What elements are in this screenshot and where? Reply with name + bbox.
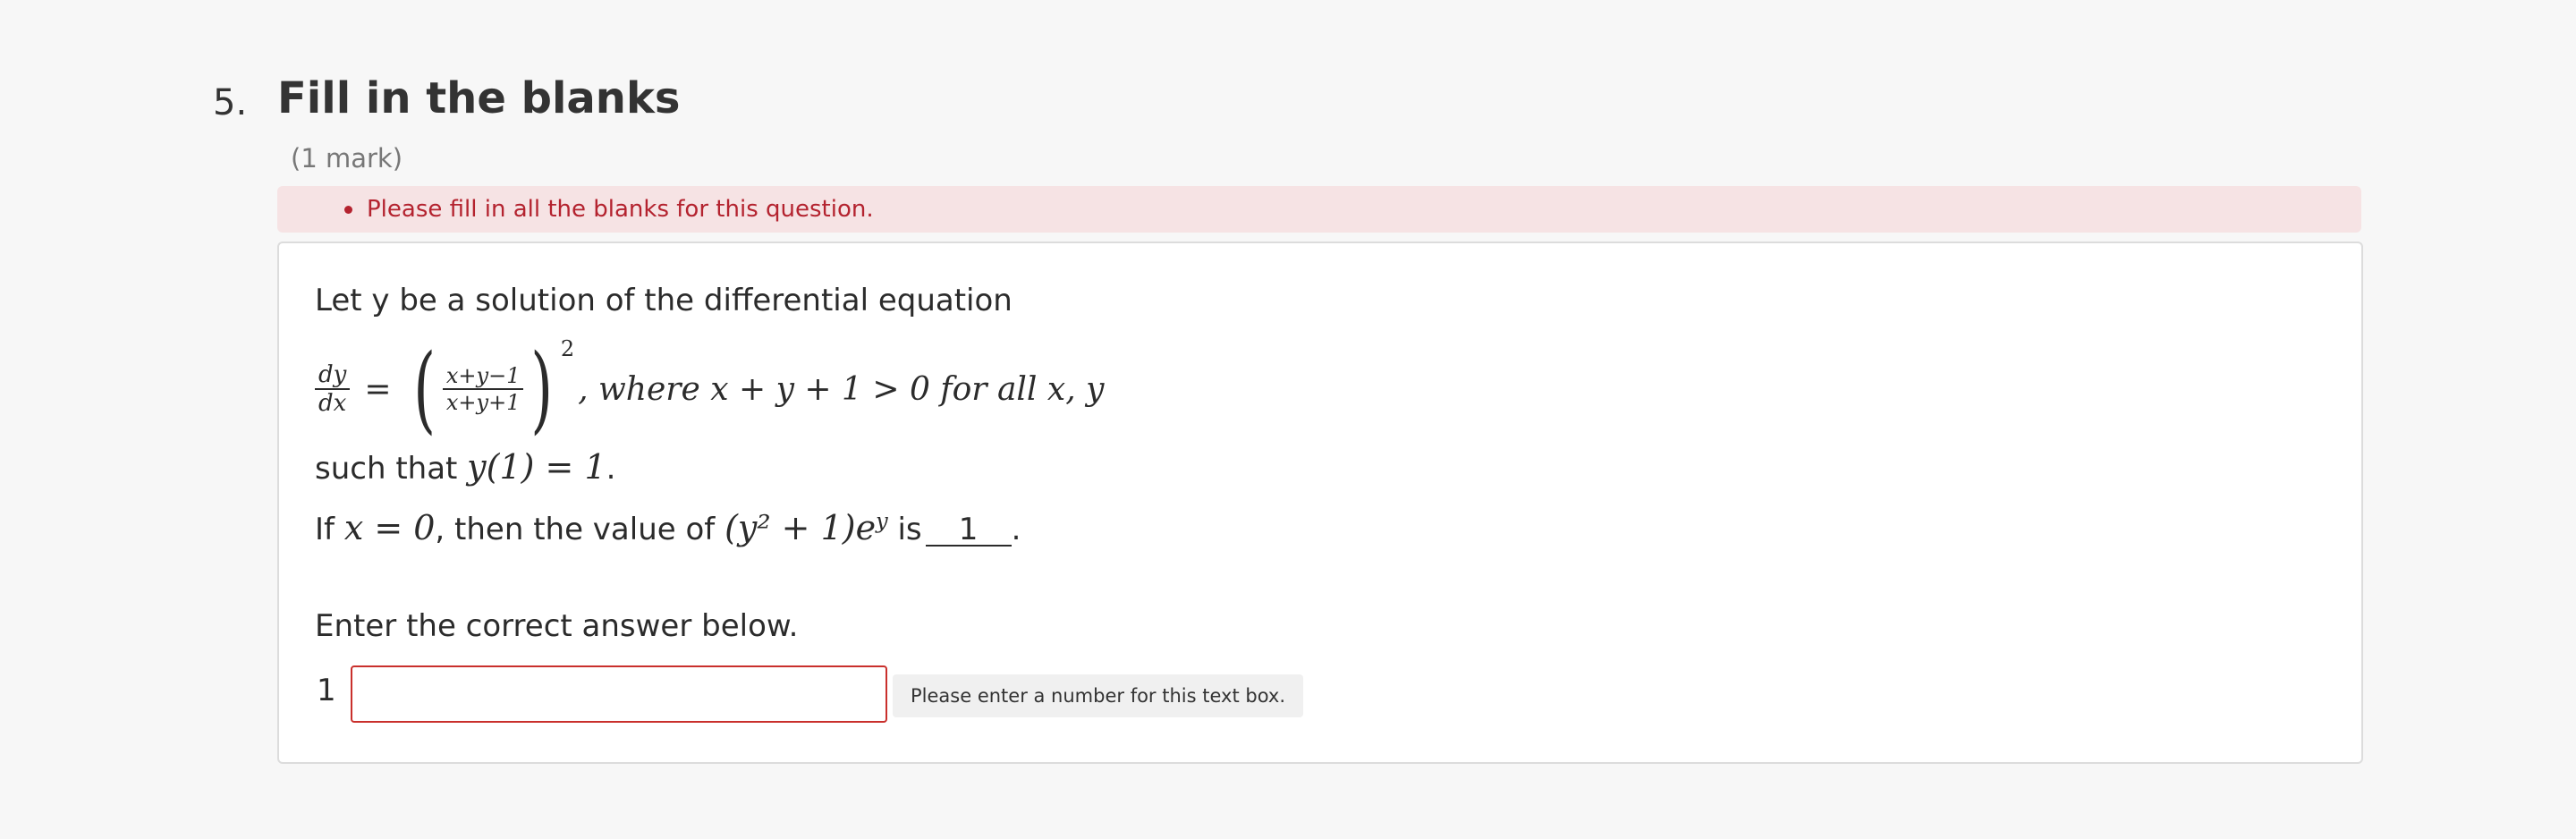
if-end: . [1011, 512, 1021, 547]
question-marks: (1 mark) [291, 143, 403, 174]
if-expression-sup: y [876, 508, 888, 534]
if-expression: (y² + 1)e [724, 508, 877, 547]
question-card: Let y be a solution of the differential … [277, 242, 2363, 764]
question-title: Fill in the blanks [277, 73, 681, 123]
condition-suffix: . [606, 451, 616, 487]
question-sentence: If x = 0, then the value of (y² + 1)ey i… [315, 508, 1021, 547]
derivative-fraction: dy dx [315, 361, 351, 417]
condition-prefix: such that [315, 451, 468, 487]
equation-condition: , where x + y + 1 > 0 for all x, y [578, 370, 1105, 408]
rhs-numerator: x+y−1 [442, 363, 524, 390]
if-is: is [887, 512, 922, 547]
error-banner: Please fill in all the blanks for this q… [277, 186, 2361, 233]
derivative-denominator: dx [318, 390, 347, 417]
right-paren: ) [530, 334, 554, 444]
answer-index: 1 [317, 673, 336, 708]
rhs-fraction: x+y−1 x+y+1 [442, 363, 524, 415]
equals-sign: = [364, 370, 392, 408]
answer-input[interactable] [351, 665, 887, 723]
derivative-numerator: dy [315, 361, 351, 390]
error-message: Please fill in all the blanks for this q… [344, 186, 2361, 233]
if-mid: , then the value of [435, 512, 725, 547]
rhs-denominator: x+y+1 [445, 390, 521, 415]
left-paren: ( [412, 334, 436, 444]
answer-prompt: Enter the correct answer below. [315, 608, 799, 644]
initial-condition: such that y(1) = 1. [315, 447, 615, 487]
blank-field: 1 [925, 514, 1012, 547]
condition-math: y(1) = 1 [467, 447, 606, 487]
exponent: 2 [560, 336, 575, 361]
intro-text: Let y be a solution of the differential … [315, 283, 1013, 318]
answer-hint: Please enter a number for this text box. [893, 674, 1303, 717]
if-math: x = 0 [343, 508, 436, 547]
equation: dy dx = ( x+y−1 x+y+1 ) 2 , where x + y … [315, 334, 1105, 444]
if-prefix: If [315, 512, 344, 547]
question-number: 5. [213, 82, 248, 123]
error-list: Please fill in all the blanks for this q… [277, 186, 2361, 233]
